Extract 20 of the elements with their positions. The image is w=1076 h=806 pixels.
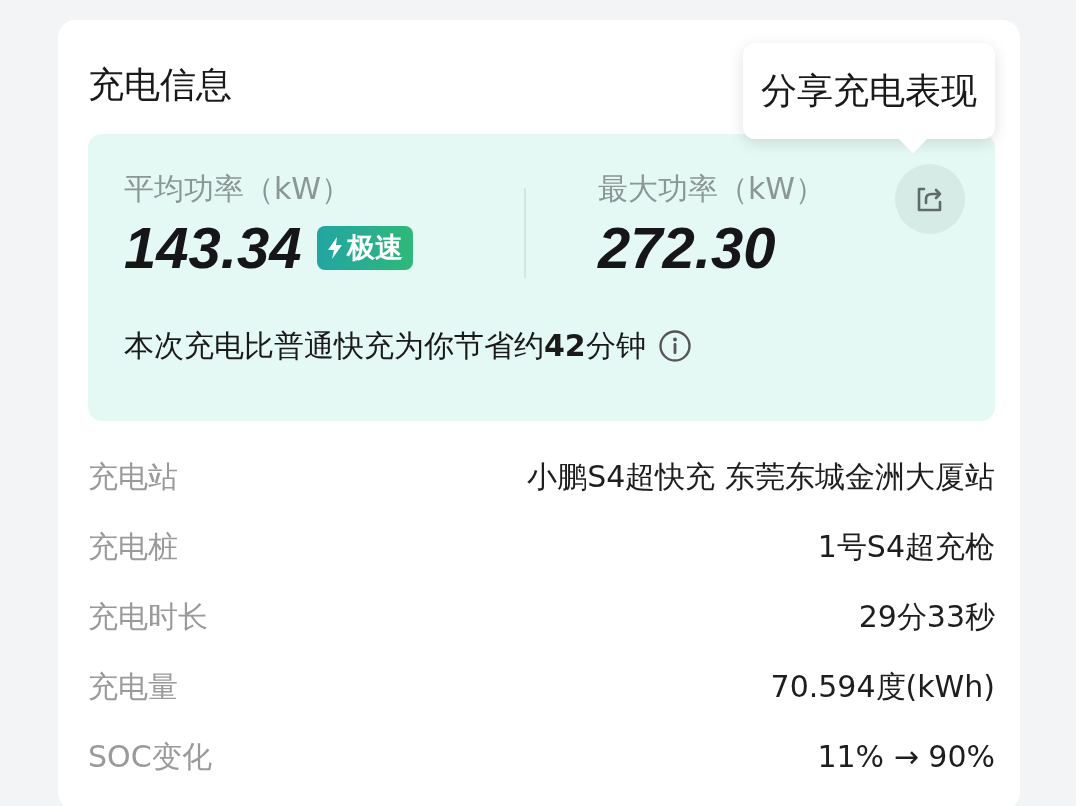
- tooltip-text: 分享充电表现: [761, 70, 977, 111]
- detail-value: 29分33秒: [858, 598, 995, 636]
- detail-label: 充电桩: [88, 528, 178, 566]
- stat-label: 平均功率（kW）: [124, 170, 353, 208]
- stat-label: 最大功率（kW）: [598, 170, 826, 208]
- detail-label: SOC变化: [88, 738, 212, 776]
- detail-value: 1号S4超充枪: [817, 528, 995, 566]
- stat-value: 143.34: [124, 216, 302, 280]
- detail-value: 小鹏S4超快充 东莞东城金洲大厦站: [527, 458, 995, 496]
- detail-label: 充电站: [88, 458, 178, 496]
- detail-label: 充电量: [88, 668, 178, 706]
- detail-value: 70.594度(kWh): [770, 668, 995, 706]
- badge-text: 极速: [347, 230, 404, 266]
- stat-value: 272.30: [598, 216, 776, 280]
- detail-label: 充电时长: [88, 598, 208, 636]
- lightning-icon: [327, 237, 344, 259]
- savings-text: 本次充电比普通快充为你节省约42分钟: [124, 327, 646, 365]
- info-icon[interactable]: [657, 329, 692, 363]
- detail-value: 11% → 90%: [817, 738, 995, 776]
- card-title: 充电信息: [88, 63, 232, 107]
